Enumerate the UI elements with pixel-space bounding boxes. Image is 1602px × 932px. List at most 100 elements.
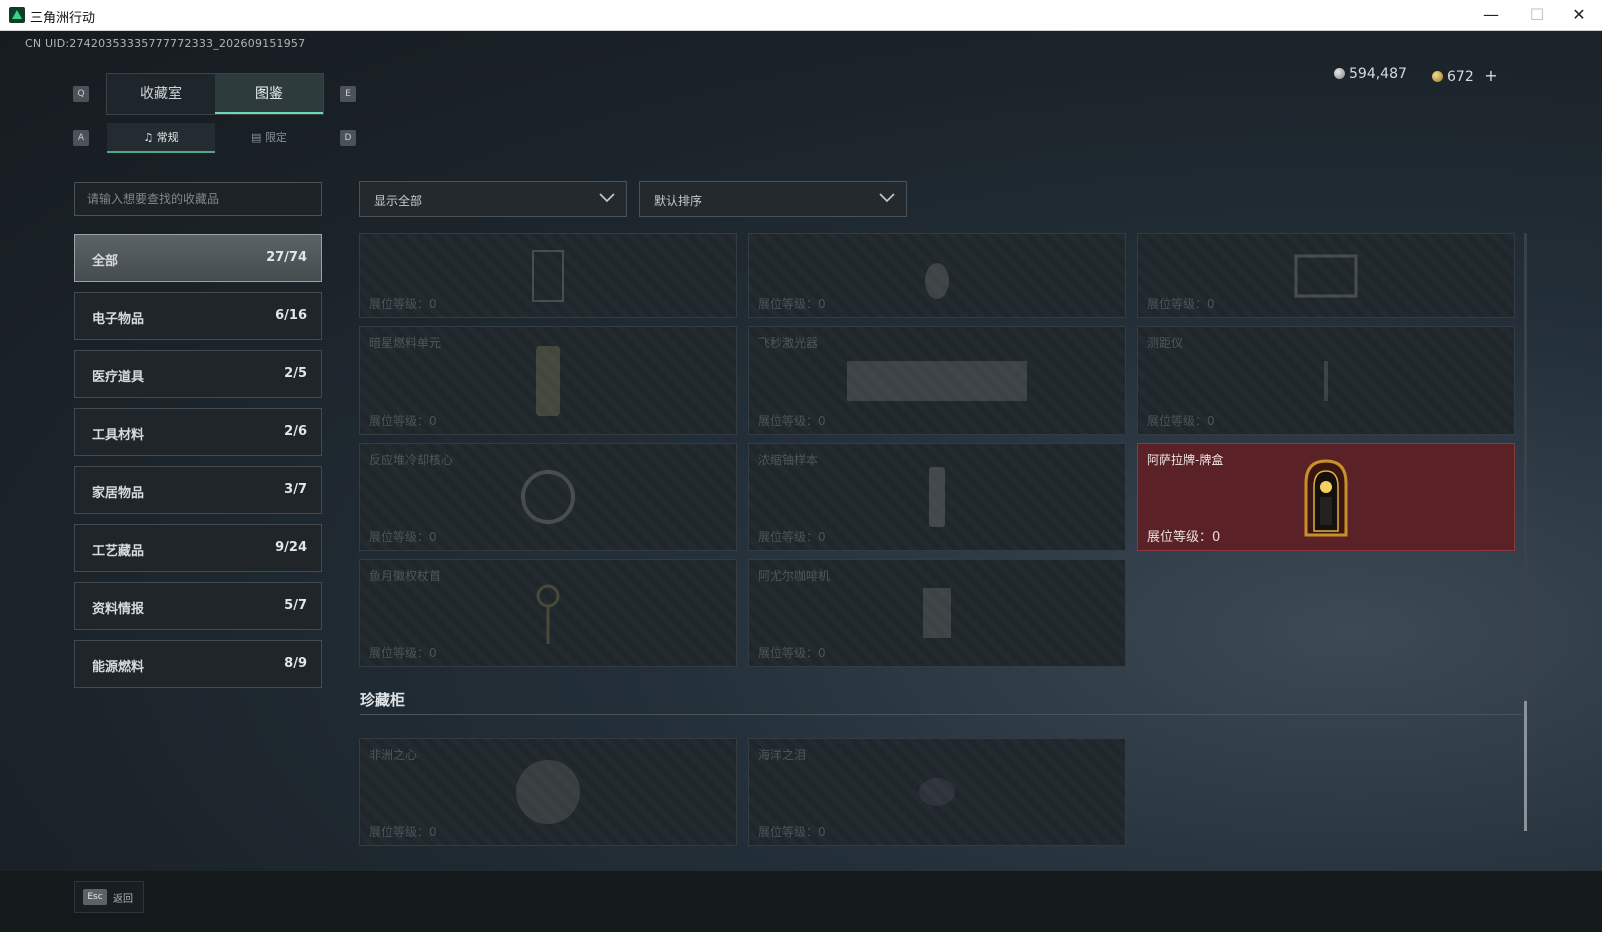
category-count: 2/5 — [284, 366, 307, 381]
app-main: CN UID:27420353335777772333_202609151957… — [0, 31, 1602, 932]
category-label: 资料情报 — [92, 602, 145, 617]
category-label: 全部 — [92, 254, 119, 269]
item-card[interactable]: 阿尤尔咖啡机 展位等级：0 — [748, 559, 1126, 667]
maximize-button[interactable]: ☐ — [1514, 0, 1560, 30]
category-label: 家居物品 — [92, 486, 145, 501]
item-card[interactable]: 浓缩铀样本 展位等级：0 — [748, 443, 1126, 551]
category-electronics[interactable]: 电子物品 6/16 — [74, 292, 322, 340]
category-label: 能源燃料 — [92, 660, 145, 675]
item-card-owned[interactable]: 阿萨拉牌-牌盒 展位等级：0 — [1137, 443, 1515, 551]
uid-label: CN UID:27420353335777772333_202609151957 — [25, 37, 306, 50]
sort-value: 默认排序 — [654, 194, 703, 208]
item-image — [925, 262, 949, 299]
subtab-limited-label: 限定 — [264, 131, 287, 144]
key-hint-e: E — [340, 86, 356, 102]
gold-amount: 672 — [1447, 69, 1474, 85]
item-level: 展位等级：0 — [758, 414, 826, 428]
item-card[interactable]: 展位等级：0 — [1137, 233, 1515, 318]
minimize-button[interactable]: — — [1468, 0, 1514, 30]
window-title: 三角洲行动 — [30, 11, 96, 26]
silver-amount: 594,487 — [1349, 66, 1407, 82]
item-name: 浓缩铀样本 — [758, 453, 819, 467]
tab-catalog[interactable]: 图鉴 — [215, 74, 323, 114]
footer-bar: Esc 返回 — [0, 871, 1602, 932]
item-level: 展位等级：0 — [758, 530, 826, 544]
gold-currency: 672 + — [1432, 66, 1498, 85]
item-card[interactable]: 暗星燃料单元 展位等级：0 — [359, 326, 737, 435]
item-level: 展位等级：0 — [369, 825, 437, 839]
display-filter-value: 显示全部 — [374, 194, 423, 208]
silver-coin-icon — [1334, 68, 1345, 79]
reactor-core-icon — [521, 470, 575, 524]
item-card[interactable]: 鱼月徽权杖首 展位等级：0 — [359, 559, 737, 667]
add-currency-button[interactable]: + — [1484, 66, 1497, 85]
subtab-regular[interactable]: ♫ 常规 — [107, 123, 215, 153]
category-crafts[interactable]: 工艺藏品 9/24 — [74, 524, 322, 572]
item-level: 展位等级：0 — [369, 297, 437, 311]
tab-collection-room[interactable]: 收藏室 — [107, 74, 215, 114]
treasure-card[interactable]: 海洋之泪 展位等级：0 — [748, 738, 1126, 846]
app-logo-icon — [9, 7, 25, 23]
item-level: 展位等级：0 — [1147, 414, 1215, 428]
category-label: 电子物品 — [92, 312, 145, 327]
category-count: 9/24 — [275, 540, 307, 555]
category-count: 8/9 — [284, 656, 307, 671]
regular-icon: ♫ — [143, 131, 157, 144]
scrollbar-thumb[interactable] — [1524, 701, 1527, 831]
rangefinder-icon — [1324, 360, 1328, 401]
item-level: 展位等级：0 — [758, 297, 826, 311]
gold-coin-icon — [1432, 71, 1443, 82]
item-card[interactable]: 测距仪 展位等级：0 — [1137, 326, 1515, 435]
sort-dropdown[interactable]: 默认排序 — [639, 181, 907, 217]
chevron-down-icon — [599, 193, 615, 203]
item-image — [532, 249, 564, 302]
display-filter-dropdown[interactable]: 显示全部 — [359, 181, 627, 217]
back-label: 返回 — [113, 894, 133, 905]
scepter-icon — [536, 584, 560, 644]
item-card[interactable]: 反应堆冷却核心 展位等级：0 — [359, 443, 737, 551]
key-hint-q: Q — [73, 86, 89, 102]
silver-currency: 594,487 — [1334, 66, 1407, 82]
limited-icon: ▤ — [251, 131, 265, 144]
section-title: 珍藏柜 — [360, 691, 406, 709]
item-level: 展位等级：0 — [369, 646, 437, 660]
key-hint-d: D — [340, 130, 356, 146]
main-tabbar: 收藏室 图鉴 — [106, 73, 324, 115]
category-medical[interactable]: 医疗道具 2/5 — [74, 350, 322, 398]
key-hint-a: A — [73, 130, 89, 146]
category-all[interactable]: 全部 27/74 — [74, 234, 322, 282]
tear-of-ocean-icon — [919, 778, 955, 806]
item-name: 反应堆冷却核心 — [369, 453, 454, 467]
scrollbar-track[interactable] — [1524, 233, 1527, 831]
item-card[interactable]: 飞秒激光器 展位等级：0 — [748, 326, 1126, 435]
item-name: 暗星燃料单元 — [369, 336, 442, 350]
collection-search-input[interactable] — [74, 182, 322, 216]
category-label: 工具材料 — [92, 428, 145, 443]
item-level: 展位等级：0 — [1147, 530, 1221, 545]
uranium-sample-icon — [929, 467, 945, 527]
subtab-regular-label: 常规 — [156, 131, 179, 144]
treasure-card[interactable]: 非洲之心 展位等级：0 — [359, 738, 737, 846]
back-button[interactable]: Esc 返回 — [74, 881, 144, 913]
item-level: 展位等级：0 — [369, 530, 437, 544]
category-household[interactable]: 家居物品 3/7 — [74, 466, 322, 514]
subtab-limited[interactable]: ▤ 限定 — [215, 123, 323, 153]
item-card[interactable]: 展位等级：0 — [748, 233, 1126, 318]
item-name: 海洋之泪 — [758, 748, 807, 762]
window-titlebar: 三角洲行动 — ☐ ✕ — [0, 0, 1602, 31]
item-name: 非洲之心 — [369, 748, 418, 762]
fuel-cell-icon — [536, 345, 560, 416]
laser-device-icon — [847, 360, 1027, 401]
category-intel[interactable]: 资料情报 5/7 — [74, 582, 322, 630]
category-label: 工艺藏品 — [92, 544, 145, 559]
item-card[interactable]: 展位等级：0 — [359, 233, 737, 318]
category-count: 6/16 — [275, 308, 307, 323]
item-name: 飞秒激光器 — [758, 336, 819, 350]
item-level: 展位等级：0 — [758, 825, 826, 839]
category-count: 2/6 — [284, 424, 307, 439]
close-button[interactable]: ✕ — [1556, 0, 1602, 30]
category-count: 5/7 — [284, 598, 307, 613]
esc-key-hint: Esc — [83, 889, 107, 905]
category-fuel[interactable]: 能源燃料 8/9 — [74, 640, 322, 688]
category-tools[interactable]: 工具材料 2/6 — [74, 408, 322, 456]
